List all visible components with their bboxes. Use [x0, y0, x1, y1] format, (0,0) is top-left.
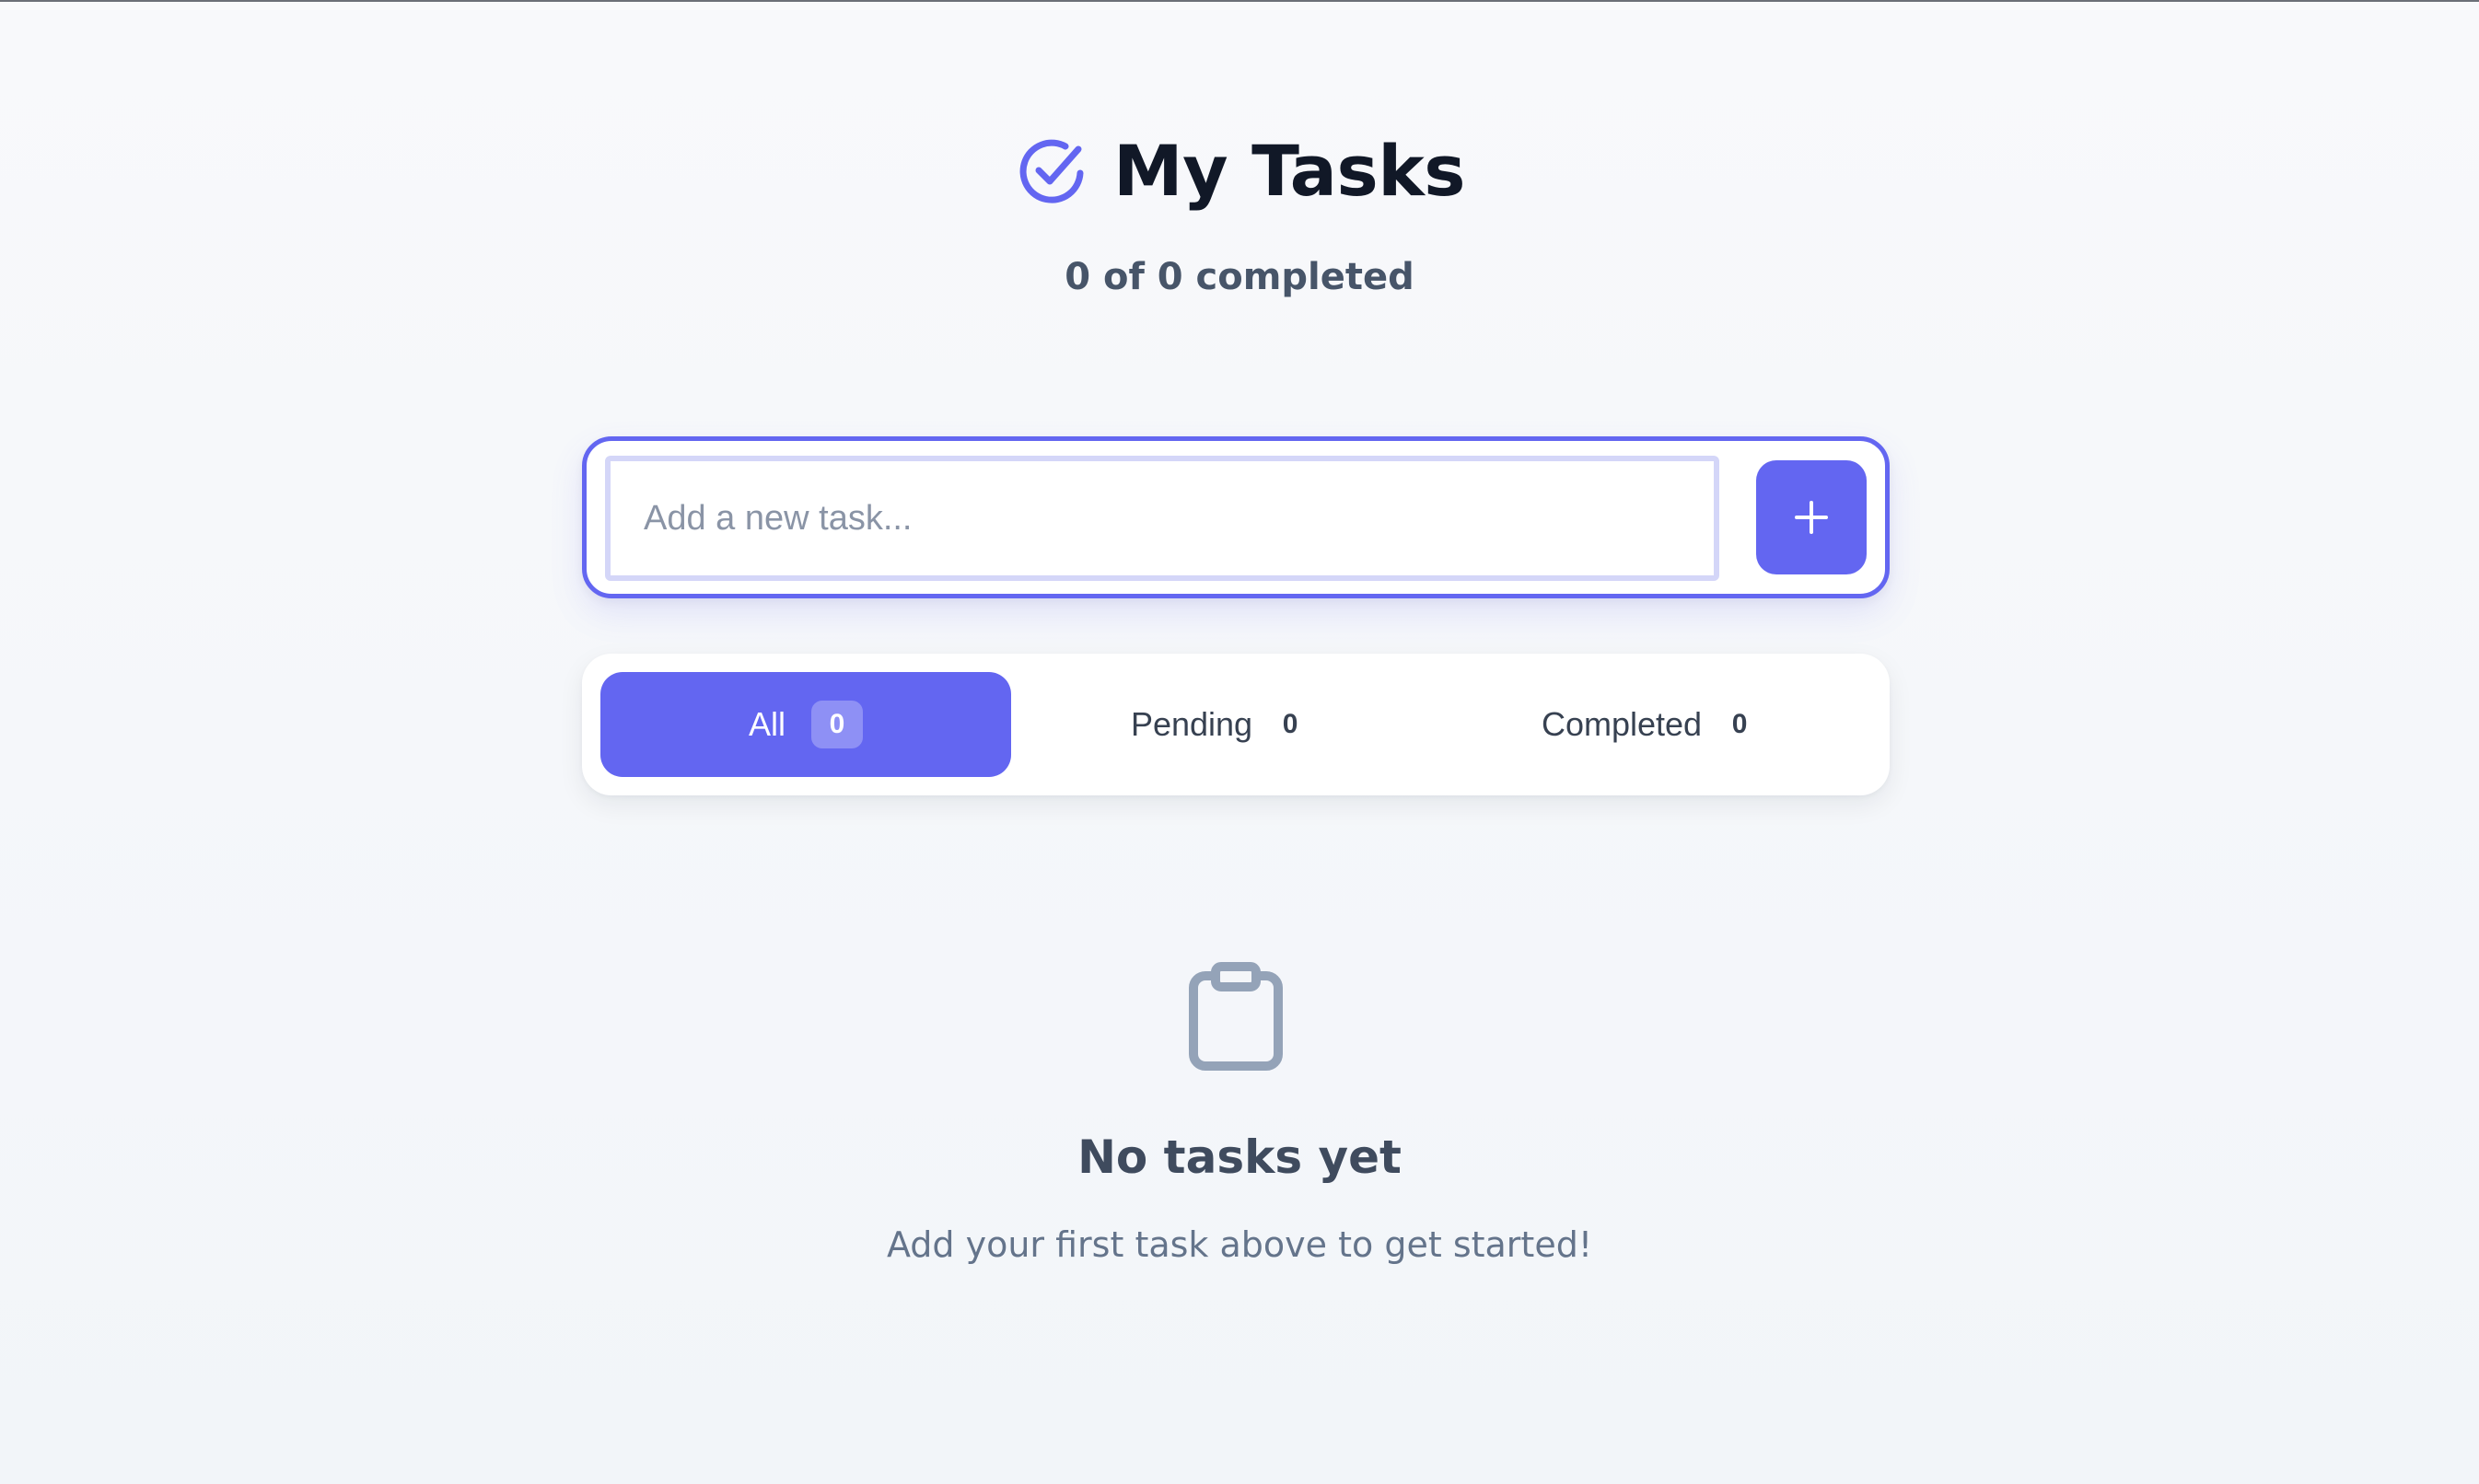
count-badge: 0	[811, 701, 863, 748]
new-task-input[interactable]	[605, 456, 1719, 581]
completion-summary: 0 of 0 completed	[1065, 256, 1414, 298]
check-circle-icon	[1019, 139, 1084, 203]
task-app: My Tasks 0 of 0 completed All 0 Pending …	[0, 0, 2479, 1484]
clipboard-icon	[1189, 962, 1283, 1071]
plus-icon	[1795, 501, 1828, 534]
filter-tab-label: Completed	[1541, 705, 1703, 743]
empty-state-subtitle: Add your first task above to get started…	[886, 1224, 1593, 1265]
count-badge: 0	[1731, 709, 1748, 739]
new-task-form	[582, 436, 1890, 598]
filter-tab-completed[interactable]: Completed 0	[1422, 672, 1871, 777]
empty-state-title: No tasks yet	[1077, 1130, 1402, 1184]
filter-tab-label: All	[748, 705, 786, 743]
filter-tabs: All 0 Pending 0 Completed 0	[582, 654, 1890, 795]
add-task-button[interactable]	[1756, 460, 1867, 574]
filter-tab-label: Pending	[1130, 705, 1253, 743]
app-header: My Tasks	[0, 125, 2479, 217]
filter-tab-pending[interactable]: Pending 0	[1011, 672, 1422, 777]
page-title: My Tasks	[1113, 130, 1465, 212]
filter-tab-all[interactable]: All 0	[600, 672, 1011, 777]
count-badge: 0	[1282, 709, 1298, 739]
